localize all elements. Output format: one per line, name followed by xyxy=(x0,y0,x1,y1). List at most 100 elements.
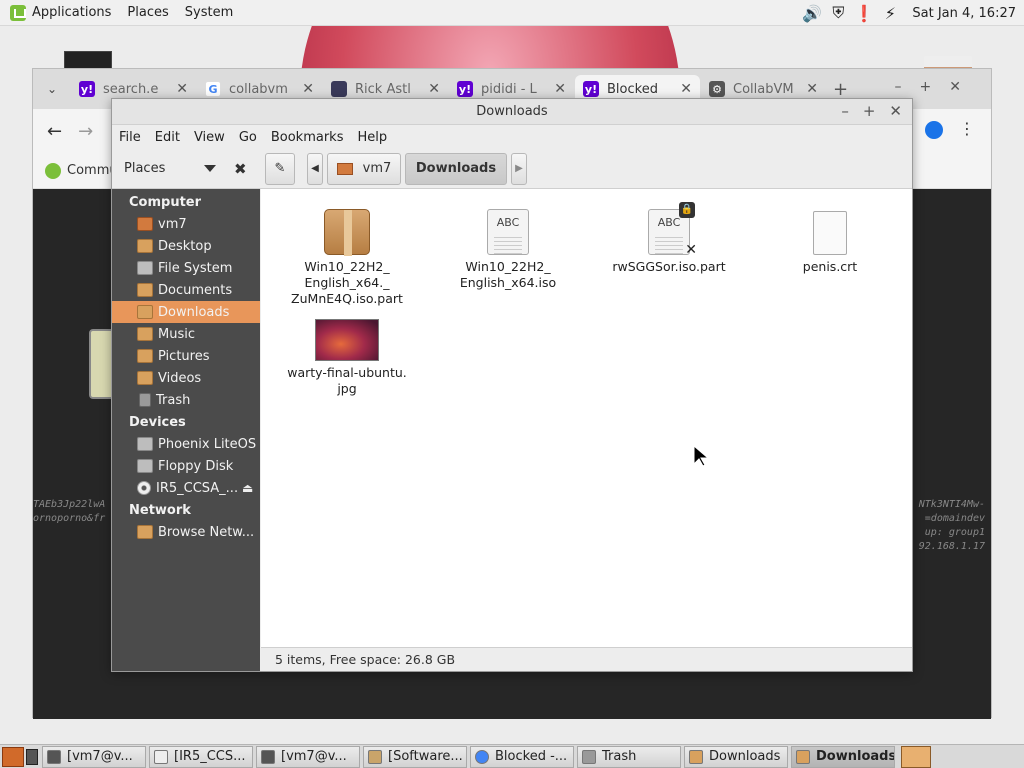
network-icon[interactable]: ⚡ xyxy=(880,3,900,23)
sidebar-item-vm7[interactable]: vm7 xyxy=(112,213,260,235)
menu-edit[interactable]: Edit xyxy=(155,130,180,145)
sidebar-section-header: Network xyxy=(129,502,191,518)
videos-folder-icon xyxy=(137,371,153,385)
yahoo-icon: y! xyxy=(457,81,473,97)
taskbar-window-button[interactable]: [vm7@v... xyxy=(42,745,146,768)
menu-help[interactable]: Help xyxy=(357,130,387,145)
documents-folder-icon xyxy=(137,283,153,297)
taskbar-window-button[interactable]: Trash xyxy=(577,745,681,768)
close-tab-icon[interactable]: ✕ xyxy=(302,81,314,97)
edit-location-button[interactable]: ✎ xyxy=(265,152,295,185)
taskbar-window-button[interactable]: Downloads xyxy=(791,745,895,768)
path-button-vm7[interactable]: vm7 xyxy=(327,152,401,185)
close-tab-icon[interactable]: ✕ xyxy=(176,81,188,97)
menu-file[interactable]: File xyxy=(119,130,141,145)
close-icon[interactable]: ✕ xyxy=(889,102,902,120)
workspace-switcher-icon[interactable] xyxy=(901,745,931,768)
sidebar-item-downloads[interactable]: Downloads xyxy=(112,301,260,323)
path-button-downloads[interactable]: Downloads xyxy=(405,152,507,185)
menu-bookmarks[interactable]: Bookmarks xyxy=(271,130,344,145)
top-panel: Applications Places System 🔊 ⛨ ❗ ⚡ Sat J… xyxy=(0,0,1024,26)
image-thumbnail-icon xyxy=(315,319,379,361)
file-name: English_x64._ xyxy=(304,275,390,290)
forward-icon[interactable]: → xyxy=(78,121,93,142)
desktop-folder-icon xyxy=(137,239,153,253)
taskbar-window-button[interactable]: [vm7@v... xyxy=(256,745,360,768)
taskbar-window-button[interactable]: Blocked -... xyxy=(470,745,574,768)
menu-go[interactable]: Go xyxy=(239,130,257,145)
sidebar-item-label: Downloads xyxy=(158,304,230,320)
taskbar-label: Blocked -... xyxy=(495,749,568,764)
window-titlebar[interactable]: Downloads – + ✕ xyxy=(112,99,912,125)
applications-menu[interactable]: Applications xyxy=(32,5,111,20)
file-item[interactable]: ABC 🔒 ✕ rwSGGSor.iso.part xyxy=(604,202,734,275)
sidebar-item-browse-netw[interactable]: Browse Netw... xyxy=(112,521,260,543)
dropdown-arrow-icon[interactable] xyxy=(204,164,216,172)
file-item[interactable]: Win10_22H2_ English_x64._ ZuMnE4Q.iso.pa… xyxy=(282,209,412,307)
clock[interactable]: Sat Jan 4, 16:27 xyxy=(912,6,1016,21)
pictures-folder-icon xyxy=(137,349,153,363)
file-manager-window[interactable]: Downloads – + ✕ File Edit View Go Bookma… xyxy=(111,98,913,672)
close-tab-icon[interactable]: ✕ xyxy=(680,81,692,97)
sidebar-item-videos[interactable]: Videos xyxy=(112,367,260,389)
file-item[interactable]: penis.crt xyxy=(765,209,895,275)
tab-title: pididi - L xyxy=(481,81,537,97)
collabvm-icon: ⚙ xyxy=(709,81,725,97)
sidebar-item-phoenix-liteos[interactable]: Phoenix LiteOS xyxy=(112,433,260,455)
sidebar-item-floppy-disk[interactable]: Floppy Disk xyxy=(112,455,260,477)
eject-icon[interactable]: ⏏ xyxy=(242,481,253,495)
lock-icon: 🔒 xyxy=(679,202,695,218)
drive-icon xyxy=(137,437,153,451)
sidebar-item-music[interactable]: Music xyxy=(112,323,260,345)
sidebar-section-header: Devices xyxy=(129,414,186,430)
places-menu[interactable]: Places xyxy=(127,5,168,20)
window-controls-icon[interactable]: –+✕ xyxy=(895,79,979,95)
volume-icon[interactable]: 🔊 xyxy=(802,3,822,23)
page-text: 92.168.1.17 xyxy=(918,541,985,552)
unreadable-icon: ✕ xyxy=(685,242,697,258)
shield-icon[interactable]: ⛨ xyxy=(828,3,848,23)
sidebar-item-desktop[interactable]: Desktop xyxy=(112,235,260,257)
tab-list-chevron-icon[interactable]: ⌄ xyxy=(33,82,71,96)
close-tab-icon[interactable]: ✕ xyxy=(806,81,818,97)
minimize-icon[interactable]: – xyxy=(841,102,849,120)
file-item[interactable]: warty-final-ubuntu. jpg xyxy=(282,319,412,397)
taskbar-window-button[interactable]: [IR5_CCS... xyxy=(149,745,253,768)
sidebar-item-label: Trash xyxy=(156,392,191,408)
background-window xyxy=(64,51,112,69)
update-notifier-icon[interactable]: ❗ xyxy=(854,3,874,23)
path-back-button[interactable]: ◀ xyxy=(307,152,323,185)
profile-icon[interactable] xyxy=(925,121,943,139)
new-tab-icon[interactable]: + xyxy=(833,79,848,100)
menu-kebab-icon[interactable]: ⋮ xyxy=(959,119,975,138)
close-sidebar-icon[interactable]: ✖ xyxy=(234,160,247,178)
file-name: penis.crt xyxy=(802,259,858,274)
music-folder-icon xyxy=(137,327,153,341)
close-tab-icon[interactable]: ✕ xyxy=(428,81,440,97)
close-tab-icon[interactable]: ✕ xyxy=(554,81,566,97)
places-selector[interactable]: Places ✖ xyxy=(112,153,252,185)
sidebar-item-ir5-ccsa[interactable]: IR5_CCSA_... ⏏ xyxy=(112,477,260,499)
path-forward-button[interactable]: ▶ xyxy=(511,152,527,185)
location-toolbar: Places ✖ ✎ ◀ vm7 Downloads ▶ xyxy=(112,149,912,189)
system-menu[interactable]: System xyxy=(185,5,233,20)
workspace-icon[interactable] xyxy=(26,748,38,765)
file-view[interactable]: Win10_22H2_ English_x64._ ZuMnE4Q.iso.pa… xyxy=(261,189,912,647)
file-name: ZuMnE4Q.iso.part xyxy=(291,291,403,306)
sidebar-item-trash[interactable]: Trash xyxy=(112,389,260,411)
mint-logo-icon[interactable] xyxy=(10,4,26,21)
maximize-icon[interactable]: + xyxy=(863,102,876,120)
sidebar-item-documents[interactable]: Documents xyxy=(112,279,260,301)
menu-view[interactable]: View xyxy=(194,130,225,145)
file-item[interactable]: ABC Win10_22H2_ English_x64.iso xyxy=(443,209,573,291)
taskbar-window-button[interactable]: [Software... xyxy=(363,745,467,768)
back-icon[interactable]: ← xyxy=(47,121,62,142)
sidebar-item-pictures[interactable]: Pictures xyxy=(112,345,260,367)
sidebar-item-file-system[interactable]: File System xyxy=(112,257,260,279)
yahoo-icon: y! xyxy=(79,81,95,97)
taskbar-label: [vm7@v... xyxy=(281,749,347,764)
show-desktop-icon[interactable] xyxy=(2,746,24,767)
taskbar-window-button[interactable]: Downloads xyxy=(684,745,788,768)
terminal-icon xyxy=(47,749,61,764)
tab-title: Blocked xyxy=(607,81,658,97)
